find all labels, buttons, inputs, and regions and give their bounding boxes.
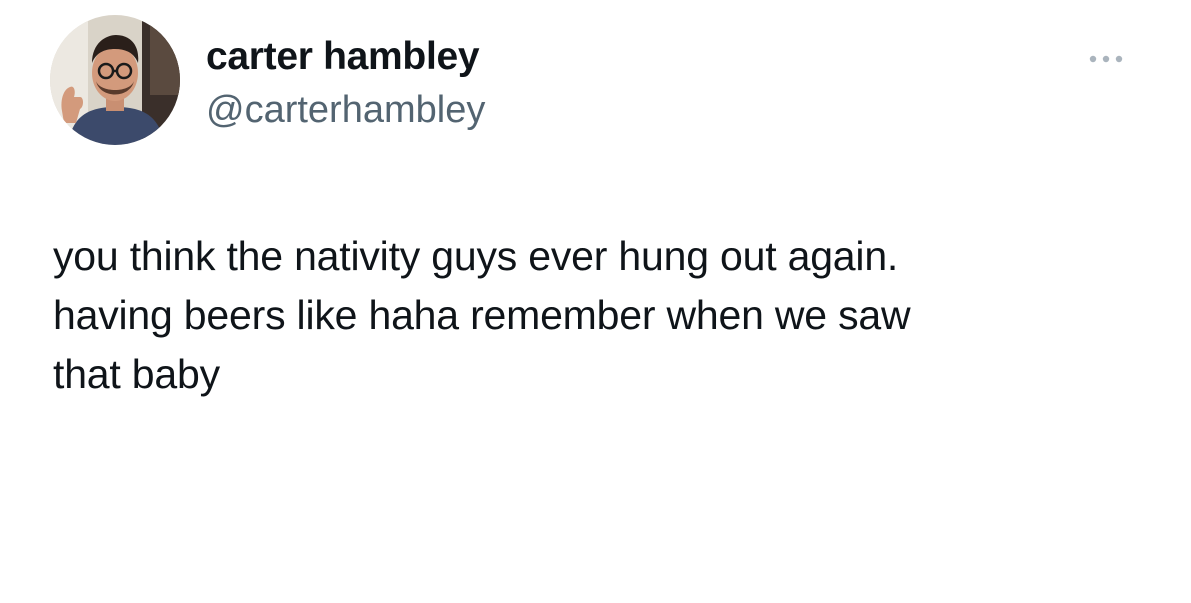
display-name[interactable]: carter hambley <box>206 34 480 80</box>
more-options-button[interactable] <box>1082 44 1130 74</box>
tweet-text-line: that baby <box>53 351 220 397</box>
ellipsis-icon <box>1089 55 1123 63</box>
tweet-text-line: having beers like haha remember when we … <box>53 292 911 338</box>
tweet-text: you think the nativity guys ever hung ou… <box>53 227 1163 404</box>
user-handle[interactable]: @carterhambley <box>206 88 485 132</box>
tweet-text-line: you think the nativity guys ever hung ou… <box>53 233 899 279</box>
avatar[interactable] <box>50 15 180 145</box>
profile-photo-icon <box>50 15 180 145</box>
tweet-card: carter hambley @carterhambley you think … <box>0 0 1191 603</box>
